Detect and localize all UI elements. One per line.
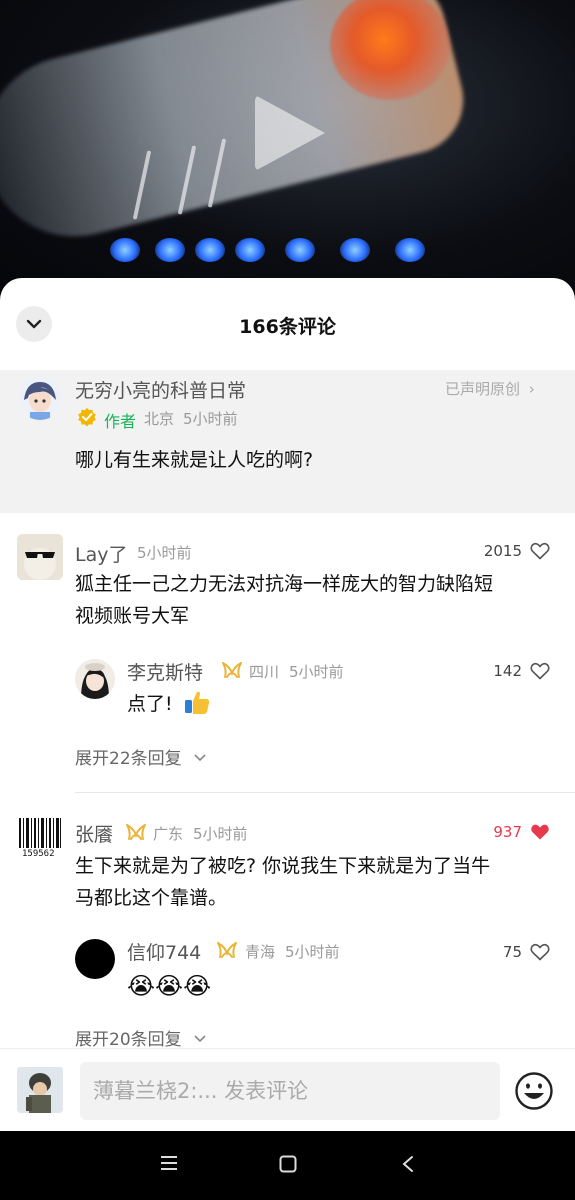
- original-declared-label: 已声明原创: [445, 380, 521, 398]
- chevron-down-icon: [194, 1035, 206, 1043]
- avatar[interactable]: [75, 659, 115, 699]
- expand-replies-label: 展开22条回复: [75, 749, 182, 769]
- video-frame-detail: [155, 238, 185, 262]
- chevron-down-icon: [194, 754, 206, 762]
- user-avatar-illustration: [17, 1067, 63, 1113]
- gold-crown-badge-icon: [217, 942, 237, 958]
- avatar[interactable]: [75, 939, 115, 979]
- reply-avatar-illustration: [75, 659, 115, 699]
- comment-location: 北京: [144, 410, 175, 428]
- gold-crown-badge-icon: [126, 824, 146, 840]
- verified-check-icon: [77, 407, 97, 431]
- comment-username[interactable]: 张餍: [75, 820, 113, 847]
- video-frame-detail: [285, 238, 315, 262]
- video-frame-detail: [235, 238, 265, 262]
- comment-input-bar: 薄暮兰桡2:... 发表评论: [0, 1048, 575, 1132]
- like-count: 2015: [483, 542, 522, 560]
- comment-location: 广东: [153, 825, 184, 843]
- comment-text-line[interactable]: 马都比这个靠谱。: [75, 882, 227, 914]
- comment-username[interactable]: 无穷小亮的科普日常: [75, 376, 246, 403]
- cat-sunglasses-avatar: [17, 534, 63, 580]
- author-avatar-illustration: [18, 376, 62, 420]
- video-player[interactable]: [0, 0, 575, 300]
- avatar[interactable]: [18, 376, 62, 420]
- original-declared-link[interactable]: 已声明原创 ›: [445, 378, 535, 399]
- comment-text-line[interactable]: 视频账号大军: [75, 600, 189, 632]
- video-frame-detail: [395, 238, 425, 262]
- barcode-avatar-image: [17, 816, 63, 850]
- video-frame-detail: [110, 238, 140, 262]
- expand-replies-label: 展开20条回复: [75, 1030, 182, 1050]
- reply-time: 5小时前: [289, 663, 344, 681]
- expand-replies-button[interactable]: 展开20条回复: [75, 1025, 207, 1050]
- avatar-barcode-number: 159562: [22, 849, 55, 859]
- reply-username[interactable]: 信仰744: [127, 938, 201, 965]
- reply-location: 青海: [245, 943, 276, 961]
- comment-username[interactable]: Lay了: [75, 540, 127, 567]
- heart-filled-icon[interactable]: [530, 823, 550, 841]
- expand-replies-button[interactable]: 展开22条回复: [75, 744, 207, 769]
- like-count: 75: [502, 943, 522, 961]
- comment-text-line[interactable]: 狐主任一己之力无法对抗海一样庞大的智力缺陷短: [75, 568, 493, 600]
- comment-text-line[interactable]: 生下来就是为了被吃? 你说我生下来就是为了当牛: [75, 850, 490, 882]
- comment-text[interactable]: 哪儿有生来就是让人吃的啊?: [75, 444, 313, 476]
- comments-sheet: 166条评论 无穷小亮的科普日常 已声明原创 › 作者 北京 5小时前 哪儿有生…: [0, 278, 575, 1131]
- play-icon[interactable]: [255, 95, 325, 171]
- menu-icon[interactable]: [160, 1155, 178, 1171]
- avatar[interactable]: 159562: [17, 816, 63, 862]
- comment-time: 5小时前: [193, 825, 248, 843]
- divider: [75, 792, 575, 793]
- comment-input[interactable]: 薄暮兰桡2:... 发表评论: [80, 1062, 500, 1120]
- author-comment[interactable]: 无穷小亮的科普日常 已声明原创 › 作者 北京 5小时前 哪儿有生来就是让人吃的…: [0, 370, 575, 513]
- gold-crown-badge-icon: [222, 662, 242, 678]
- thumbs-up-emoji-icon: [184, 691, 209, 714]
- back-icon[interactable]: [401, 1155, 415, 1173]
- emoji-picker-icon[interactable]: [514, 1071, 554, 1111]
- comments-count-title: 166条评论: [239, 316, 336, 338]
- reply-text-content: 点了!: [127, 693, 173, 715]
- avatar[interactable]: [17, 534, 63, 580]
- home-icon[interactable]: [279, 1155, 297, 1173]
- comment-time: 5小时前: [183, 410, 238, 428]
- heart-outline-icon[interactable]: [530, 542, 550, 560]
- system-nav-bar: [0, 1131, 575, 1200]
- heart-outline-icon[interactable]: [530, 943, 550, 961]
- avatar[interactable]: [17, 1067, 63, 1113]
- author-badge: 作者: [104, 412, 137, 431]
- like-count: 142: [493, 662, 522, 680]
- chevron-right-icon: ›: [528, 380, 535, 398]
- like-count: 937: [493, 823, 522, 841]
- reply-time: 5小时前: [285, 943, 340, 961]
- comment-time: 5小时前: [137, 544, 192, 562]
- reply-text[interactable]: 点了!: [127, 688, 211, 720]
- video-frame-detail: [195, 238, 225, 262]
- reply-location: 四川: [249, 663, 280, 681]
- reply-text[interactable]: 😭😭😭: [127, 970, 211, 1002]
- reply-username[interactable]: 李克斯特: [127, 658, 203, 685]
- heart-outline-icon[interactable]: [530, 662, 550, 680]
- comments-header: 166条评论: [0, 278, 575, 370]
- video-frame-detail: [340, 238, 370, 262]
